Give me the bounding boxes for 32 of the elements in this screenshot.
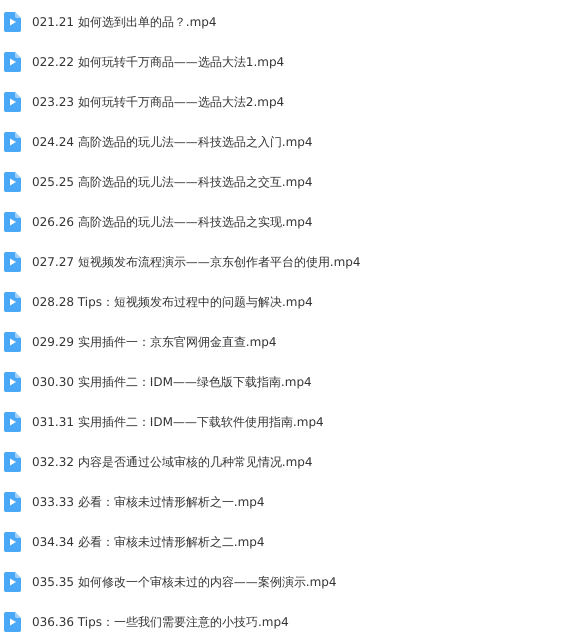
video-file-icon xyxy=(4,52,21,72)
file-name[interactable]: 032.32 内容是否通过公域审核的几种常见情况.mp4 xyxy=(32,453,313,471)
file-name[interactable]: 021.21 如何选到出单的品？.mp4 xyxy=(32,13,217,31)
video-file-icon xyxy=(4,452,21,472)
video-file-icon xyxy=(4,332,21,352)
file-name[interactable]: 027.27 短视频发布流程演示——京东创作者平台的使用.mp4 xyxy=(32,253,361,271)
file-name[interactable]: 033.33 必看：审核未过情形解析之一.mp4 xyxy=(32,493,265,511)
file-name[interactable]: 024.24 高阶选品的玩儿法——科技选品之入门.mp4 xyxy=(32,133,313,151)
video-file-icon xyxy=(4,252,21,272)
file-name[interactable]: 022.22 如何玩转千万商品——选品大法1.mp4 xyxy=(32,53,284,71)
video-file-icon xyxy=(4,612,21,632)
file-name[interactable]: 023.23 如何玩转千万商品——选品大法2.mp4 xyxy=(32,93,284,111)
video-file-icon xyxy=(4,532,21,552)
file-name[interactable]: 029.29 实用插件一：京东官网佣金直查.mp4 xyxy=(32,333,277,351)
file-name[interactable]: 036.36 Tips：一些我们需要注意的小技巧.mp4 xyxy=(32,613,289,631)
video-file-icon xyxy=(4,572,21,592)
file-name[interactable]: 025.25 高阶选品的玩儿法——科技选品之交互.mp4 xyxy=(32,173,313,191)
video-file-icon xyxy=(4,12,21,32)
video-file-icon xyxy=(4,372,21,392)
file-name[interactable]: 031.31 实用插件二：IDM——下载软件使用指南.mp4 xyxy=(32,413,324,431)
video-file-icon xyxy=(4,92,21,112)
video-file-icon xyxy=(4,412,21,432)
file-name[interactable]: 035.35 如何修改一个审核未过的内容——案例演示.mp4 xyxy=(32,573,337,591)
file-name[interactable]: 026.26 高阶选品的玩儿法——科技选品之实现.mp4 xyxy=(32,213,313,231)
file-name[interactable]: 030.30 实用插件二：IDM——绿色版下载指南.mp4 xyxy=(32,373,312,391)
video-file-icon xyxy=(4,492,21,512)
file-name[interactable]: 034.34 必看：审核未过情形解析之二.mp4 xyxy=(32,533,265,551)
video-file-icon xyxy=(4,172,21,192)
video-file-icon xyxy=(4,132,21,152)
file-name[interactable]: 028.28 Tips：短视频发布过程中的问题与解决.mp4 xyxy=(32,293,313,311)
video-file-icon xyxy=(4,212,21,232)
video-file-icon xyxy=(4,292,21,312)
